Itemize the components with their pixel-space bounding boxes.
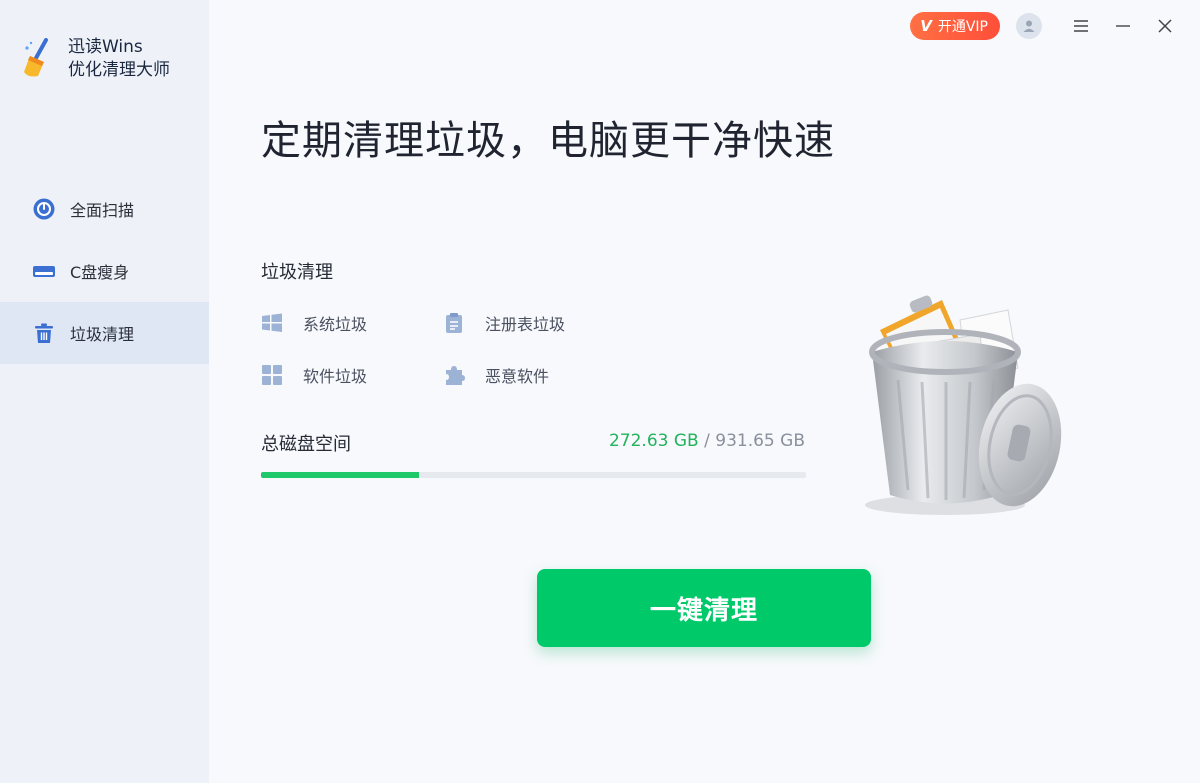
feature-label: 注册表垃圾 [485, 315, 566, 334]
disk-space-label: 总磁盘空间 [261, 434, 351, 455]
app-logo: 迅读Wins 优化清理大师 [22, 36, 170, 82]
disk-total-value: 931.65 GB [715, 431, 805, 451]
disk-space-value: 272.63 GB / 931.65 GB [609, 431, 805, 451]
feature-label: 软件垃圾 [303, 367, 368, 386]
feature-label: 系统垃圾 [303, 315, 368, 334]
section-title: 垃圾清理 [261, 262, 333, 283]
feature-label: 恶意软件 [485, 367, 550, 386]
sidebar-item-label: 全面扫描 [70, 201, 135, 220]
disk-usage-bar-fill [261, 472, 420, 478]
windows-icon [261, 312, 283, 334]
scan-icon [32, 197, 56, 221]
feature-system-junk: 系统垃圾 [261, 311, 367, 335]
sidebar-item-label: C盘瘦身 [70, 263, 130, 282]
feature-registry-junk: 注册表垃圾 [443, 311, 565, 335]
disk-separator: / [698, 431, 716, 451]
puzzle-icon [443, 364, 465, 386]
broom-logo-icon [24, 38, 48, 77]
title-bar: V 开通VIP [910, 12, 1186, 40]
disk-used-value: 272.63 GB [608, 431, 699, 451]
page-headline: 定期清理垃圾，电脑更干净快速 [261, 118, 835, 164]
user-avatar-icon[interactable] [1016, 13, 1042, 39]
sidebar-item-junk-clean[interactable]: 垃圾清理 [0, 302, 209, 364]
feature-malware: 恶意软件 [443, 363, 549, 387]
sidebar: 迅读Wins 优化清理大师 全面扫描 C盘瘦身 垃圾清理 [0, 0, 209, 783]
minimize-icon[interactable] [1102, 12, 1144, 40]
vip-button[interactable]: V 开通VIP [910, 12, 1000, 40]
close-icon[interactable] [1144, 12, 1186, 40]
disk-usage-bar [261, 472, 806, 478]
trash-can-illustration [865, 295, 1062, 515]
menu-icon[interactable] [1060, 12, 1102, 40]
app-name-line2: 优化清理大师 [68, 60, 170, 80]
trash-icon [32, 321, 56, 345]
vip-badge: V [920, 17, 932, 35]
sidebar-nav: 全面扫描 C盘瘦身 垃圾清理 [0, 178, 209, 364]
sidebar-item-full-scan[interactable]: 全面扫描 [0, 178, 209, 240]
clipboard-icon [443, 312, 465, 334]
one-click-clean-button[interactable]: 一键清理 [537, 569, 871, 647]
drive-icon [32, 259, 56, 283]
grid-icon [261, 364, 283, 386]
app-name-line1: 迅读Wins [68, 37, 143, 57]
sidebar-item-label: 垃圾清理 [70, 325, 135, 344]
sidebar-item-c-drive-slim[interactable]: C盘瘦身 [0, 240, 209, 302]
feature-software-junk: 软件垃圾 [261, 363, 367, 387]
vip-label: 开通VIP [937, 19, 988, 35]
